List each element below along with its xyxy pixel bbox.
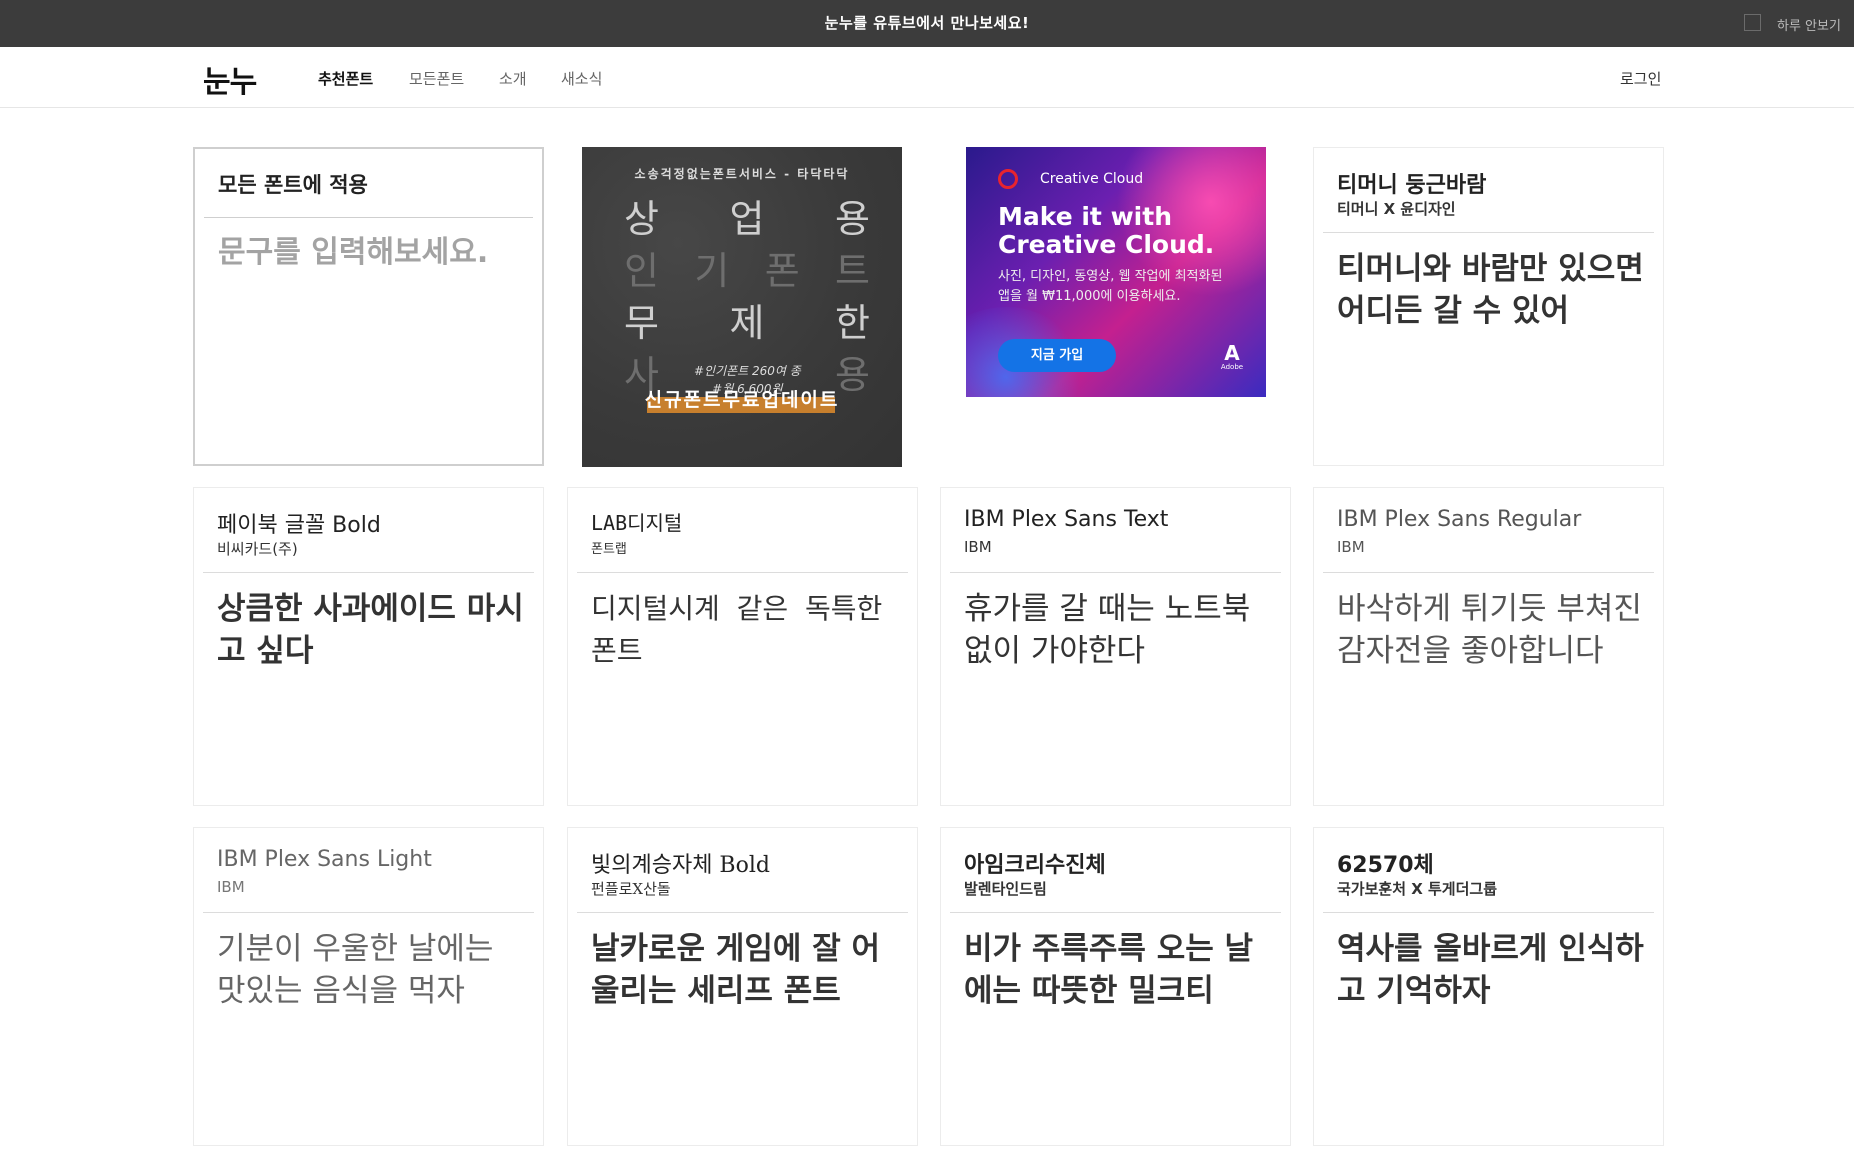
ad-char: 기 — [694, 249, 730, 293]
hide-today-checkbox[interactable] — [1744, 14, 1761, 31]
main-nav: 눈누 추천폰트 모든폰트 소개 새소식 로그인 — [0, 47, 1854, 108]
divider — [1323, 572, 1654, 573]
font-maker: 펀플로X산돌 — [591, 880, 671, 898]
font-name: IBM Plex Sans Regular — [1337, 507, 1582, 532]
font-maker: 폰트랩 — [591, 542, 627, 557]
adobe-logo-icon: A Adobe — [1220, 341, 1244, 371]
site-logo[interactable]: 눈누 — [203, 57, 257, 101]
font-card[interactable]: IBM Plex Sans Light IBM 기분이 우울한 날에는 맛있는 … — [193, 827, 544, 1146]
nav-link-recommended[interactable]: 추천폰트 — [318, 68, 373, 89]
ad-tadaktadak[interactable]: 소송걱정없는폰트서비스 - 타닥타닥 상 업 용 인 기 폰 트 무 제 한 사… — [582, 147, 902, 467]
nav-link-all-fonts[interactable]: 모든폰트 — [409, 68, 464, 89]
divider — [203, 912, 534, 913]
font-card[interactable]: IBM Plex Sans Regular IBM 바삭하게 튀기듯 부쳐진 감… — [1313, 487, 1664, 806]
font-sample: 디지털시계 같은 독특한 폰트 — [591, 592, 883, 667]
font-name: 62570체 — [1337, 853, 1434, 878]
ad-char: 상 — [624, 197, 659, 241]
font-card[interactable]: 빛의계승자체 Bold 펀플로X산돌 날카로운 게임에 잘 어울리는 세리프 폰… — [567, 827, 918, 1146]
ad-headline-line: Make it with — [998, 202, 1172, 231]
font-name: 페이북 글꼴 Bold — [217, 513, 381, 538]
font-name: 빛의계승자체 Bold — [591, 853, 770, 878]
font-maker: 발렌타인드림 — [964, 880, 1047, 898]
font-card[interactable]: 아임크리수진체 발렌타인드림 비가 주륵주륵 오는 날에는 따뜻한 밀크티 — [940, 827, 1291, 1146]
divider — [950, 912, 1281, 913]
ad-char: 한 — [835, 301, 870, 345]
font-card[interactable]: 페이북 글꼴 Bold 비씨카드(주) 상큼한 사과에이드 마시고 싶다 — [193, 487, 544, 806]
font-name: IBM Plex Sans Light — [217, 847, 432, 872]
ad-char: 트 — [835, 249, 870, 293]
ad-char: 무 — [624, 301, 659, 345]
divider — [950, 572, 1281, 573]
font-card[interactable]: LAB디지털 폰트랩 디지털시계 같은 독특한 폰트 — [567, 487, 918, 806]
font-maker: IBM — [964, 538, 992, 556]
font-maker: 국가보훈처 X 투게더그룹 — [1337, 880, 1498, 898]
ad-headline-line: Creative Cloud. — [998, 230, 1215, 259]
divider — [1323, 912, 1654, 913]
banner-message[interactable]: 눈누를 유튜브에서 만나보세요! — [0, 12, 1854, 33]
ad-char: 폰 — [764, 249, 800, 293]
divider — [1323, 232, 1654, 233]
ad-bottom-text: 신규폰트무료업데이트 — [644, 389, 840, 411]
ad-brand: Creative Cloud — [1040, 171, 1144, 187]
font-maker: 티머니 X 윤디자인 — [1337, 200, 1456, 218]
divider — [577, 572, 908, 573]
nav-link-news[interactable]: 새소식 — [561, 68, 602, 89]
ad-char: 업 — [729, 197, 765, 241]
hide-today-label[interactable]: 하루 안보기 — [1777, 15, 1841, 34]
ad-body: 사진, 디자인, 동영상, 웹 작업에 최적화된 앱을 월 ₩11,000에 이… — [998, 269, 1223, 304]
ad-creative-cloud[interactable]: Creative Cloud Make it with Creative Clo… — [966, 147, 1266, 397]
ad-note-line: #인기폰트 260여 종 — [694, 364, 801, 378]
apply-all-title: 모든 폰트에 적용 — [218, 173, 368, 197]
font-sample: 비가 주륵주륵 오는 날에는 따뜻한 밀크티 — [964, 931, 1254, 1009]
font-sample: 바삭하게 튀기듯 부쳐진 감자전을 좋아합니다 — [1337, 591, 1642, 669]
ad-char: 인 — [624, 249, 659, 293]
apply-text-input[interactable] — [218, 235, 518, 270]
login-link[interactable]: 로그인 — [1620, 68, 1661, 89]
font-maker: IBM — [217, 878, 245, 896]
font-maker: 비씨카드(주) — [217, 540, 298, 558]
font-card[interactable]: IBM Plex Sans Text IBM 휴가를 갈 때는 노트북 없이 가… — [940, 487, 1291, 806]
font-sample: 역사를 올바르게 인식하고 기억하자 — [1337, 931, 1644, 1009]
font-card[interactable]: 62570체 국가보훈처 X 투게더그룹 역사를 올바르게 인식하고 기억하자 — [1313, 827, 1664, 1146]
font-sample: 날카로운 게임에 잘 어울리는 세리프 폰트 — [591, 931, 881, 1009]
ad-char: 제 — [729, 301, 765, 345]
font-name: 티머니 둥근바람 — [1337, 173, 1487, 198]
divider — [203, 572, 534, 573]
apply-all-card: 모든 폰트에 적용 — [193, 147, 544, 466]
font-sample: 기분이 우울한 날에는 맛있는 음식을 먹자 — [217, 931, 494, 1009]
font-name: 아임크리수진체 — [964, 853, 1106, 878]
divider — [204, 217, 533, 218]
font-sample: 상큼한 사과에이드 마시고 싶다 — [217, 591, 524, 669]
font-card[interactable]: 티머니 둥근바람 티머니 X 윤디자인 티머니와 바람만 있으면 어디든 갈 수… — [1313, 147, 1664, 466]
ad-signup-button[interactable]: 지금 가입 — [998, 339, 1116, 372]
font-name: IBM Plex Sans Text — [964, 507, 1169, 532]
ad-tagline: 소송걱정없는폰트서비스 - 타닥타닥 — [634, 167, 850, 181]
font-sample: 티머니와 바람만 있으면 어디든 갈 수 있어 — [1337, 251, 1644, 329]
creative-cloud-icon — [998, 169, 1018, 189]
ad-char: 용 — [835, 197, 870, 241]
divider — [577, 912, 908, 913]
top-banner: 눈누를 유튜브에서 만나보세요! 하루 안보기 — [0, 0, 1854, 47]
nav-link-about[interactable]: 소개 — [499, 68, 527, 89]
font-sample: 휴가를 갈 때는 노트북 없이 가야한다 — [964, 591, 1251, 669]
ad-headline: Make it with Creative Cloud. — [998, 203, 1214, 259]
font-name: LAB디지털 — [591, 511, 683, 535]
font-maker: IBM — [1337, 538, 1365, 556]
